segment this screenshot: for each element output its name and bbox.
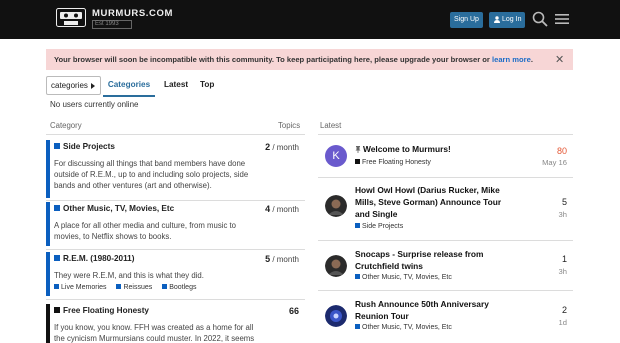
login-label: Log In [502,16,522,23]
divider [318,240,573,241]
alert-message: Your browser will soon be incompatible w… [54,55,533,64]
category-description: A place for all other media and culture,… [54,221,237,241]
avatar[interactable]: K [325,145,347,167]
divider [318,134,573,135]
search-icon[interactable] [532,11,548,27]
category-badge-icon [54,142,60,149]
topics-per-month: 2 / month [265,142,299,152]
topic-age[interactable]: 3h [559,267,567,276]
divider [318,290,573,291]
category-badge-icon [54,204,60,211]
category-row-other-music[interactable]: Other Music, TV, Movies, Etc A place for… [46,202,305,246]
latest-column-header: Latest [320,121,342,130]
category-color-bar [46,304,50,343]
topic-title[interactable]: Rush Announce 50th Anniversary Reunion T… [355,298,515,322]
signup-button[interactable]: Sign Up [450,12,483,28]
category-column-header: Category [50,121,82,130]
tab-categories[interactable]: Categories [103,80,155,97]
avatar[interactable] [325,195,347,217]
topic-row[interactable]: K Welcome to Murmurs! Free Floating Hone… [318,140,573,175]
category-description: They were R.E.M, and this is what they d… [54,271,204,280]
online-users-status: No users currently online [50,100,139,109]
category-row-free-floating-honesty[interactable]: Free Floating Honesty If you know, you k… [46,304,305,343]
post-count[interactable]: 1 [562,254,567,264]
subcategory-reissues[interactable]: Reissues [116,283,152,291]
category-color-bar [46,252,50,296]
topic-category[interactable]: Side Projects [355,222,403,230]
divider [46,299,305,300]
category-title[interactable]: Free Floating Honesty [54,306,149,315]
post-count[interactable]: 80 [557,146,567,156]
category-title[interactable]: R.E.M. (1980-2011) [54,254,134,263]
subcategory-list: Live Memories Reissues Bootlegs [54,283,204,291]
category-title[interactable]: Side Projects [54,142,115,151]
topic-title[interactable]: Howl Owl Howl (Darius Rucker, Mike Mills… [355,184,515,220]
topic-age[interactable]: 1d [559,318,567,327]
topic-row[interactable]: Snocaps - Surprise release from Crutchfi… [318,245,573,290]
topic-category[interactable]: Other Music, TV, Movies, Etc [355,273,452,281]
categories-dropdown[interactable]: categories [46,76,101,95]
pin-icon [355,146,361,154]
hamburger-menu-icon[interactable] [555,12,569,26]
tab-top[interactable]: Top [200,80,214,89]
topic-age[interactable]: May 16 [542,158,567,167]
topic-row[interactable]: Rush Announce 50th Anniversary Reunion T… [318,295,573,340]
close-icon[interactable]: ✕ [555,53,564,66]
category-row-rem[interactable]: R.E.M. (1980-2011) They were R.E.M, and … [46,252,305,296]
caret-right-icon [91,83,95,89]
subcategory-live-memories[interactable]: Live Memories [54,283,107,291]
topic-category[interactable]: Other Music, TV, Movies, Etc [355,323,452,331]
topic-title[interactable]: Snocaps - Surprise release from Crutchfi… [355,248,515,272]
avatar[interactable] [325,305,347,327]
avatar[interactable] [325,255,347,277]
category-description: If you know, you know. FFH was created a… [54,323,255,343]
cassette-logo-icon[interactable] [56,8,86,27]
post-count[interactable]: 5 [562,197,567,207]
topic-row[interactable]: Howl Owl Howl (Darius Rucker, Mike Mills… [318,181,573,236]
topics-per-month: 4 / month [265,204,299,214]
divider [46,200,305,201]
category-color-bar [46,202,50,246]
learn-more-link[interactable]: learn more [492,55,531,64]
topics-count: 66 [288,306,299,316]
category-row-side-projects[interactable]: Side Projects For discussing all things … [46,140,305,198]
topics-column-header: Topics [278,121,301,130]
person-icon [494,15,500,23]
category-description: For discussing all things that band memb… [54,159,249,190]
category-badge-icon [54,254,60,261]
post-count[interactable]: 2 [562,305,567,315]
topic-category[interactable]: Free Floating Honesty [355,158,431,166]
subcategory-bootlegs[interactable]: Bootlegs [162,283,196,291]
site-header: MURMURS.COM Est 1993 Sign Up Log In [0,0,620,39]
topic-title[interactable]: Welcome to Murmurs! [355,143,515,155]
site-name[interactable]: MURMURS.COM [92,8,173,19]
browser-warning-alert: Your browser will soon be incompatible w… [46,49,573,70]
login-button[interactable]: Log In [489,12,525,28]
divider [46,134,305,135]
topics-per-month: 5 / month [265,254,299,264]
topic-age[interactable]: 3h [559,210,567,219]
category-title[interactable]: Other Music, TV, Movies, Etc [54,204,174,213]
category-color-bar [46,140,50,198]
site-subtitle: Est 1993 [92,20,132,29]
category-badge-icon [54,306,60,313]
tab-latest[interactable]: Latest [164,80,188,89]
divider [46,249,305,250]
divider [318,177,573,178]
